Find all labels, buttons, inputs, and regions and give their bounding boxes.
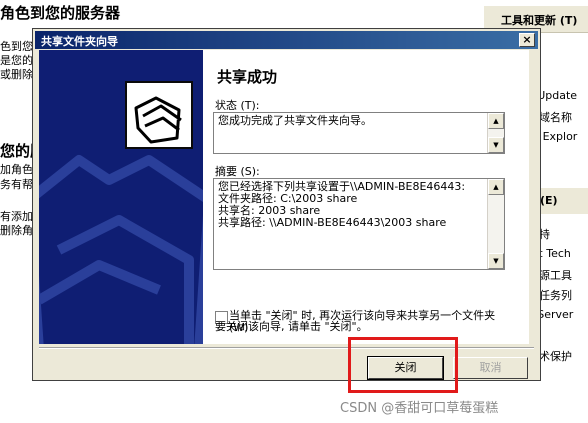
summary-label: 摘要 (S): <box>215 165 260 178</box>
folder-watermark-graphic <box>39 81 203 344</box>
csdn-watermark: CSDN @香甜可口草莓蛋糕 <box>340 401 499 416</box>
summary-scrollbar[interactable]: ▲ ▼ <box>487 179 504 269</box>
status-scrollbar[interactable]: ▲ ▼ <box>487 113 504 153</box>
status-text: 您成功完成了共享文件夹向导。 <box>218 114 372 127</box>
bg-heading-1: 角色到您的服务器 <box>0 4 121 22</box>
scroll-down-arrow-icon[interactable]: ▼ <box>488 137 504 153</box>
help-panel-title: (E) <box>540 194 558 207</box>
summary-line: 共享路径: \\ADMIN-BE8E46443\2003 share <box>218 216 447 229</box>
cancel-button-disabled: 取消 <box>453 357 528 379</box>
scroll-up-arrow-icon[interactable]: ▲ <box>488 179 504 195</box>
summary-textbox[interactable]: 您已经选择下列共享设置于\\ADMIN-BE8E46443: 文件夹路径: C:… <box>213 178 505 270</box>
annotation-highlight-box <box>348 337 458 393</box>
share-folder-wizard-dialog: 共享文件夹向导 × 共享成功 状态 (T): 您成功完成了共享文件夹向导。 ▲ <box>32 28 541 381</box>
dialog-titlebar[interactable]: 共享文件夹向导 × <box>35 31 538 49</box>
status-label: 状态 (T): <box>215 99 260 112</box>
tools-panel-title: 工具和更新 (T) <box>501 14 578 27</box>
scroll-down-arrow-icon[interactable]: ▼ <box>488 253 504 269</box>
footer-separator <box>39 347 534 349</box>
wizard-content-pane: 共享成功 状态 (T): 您成功完成了共享文件夹向导。 ▲ ▼ 摘要 (S): … <box>203 50 529 344</box>
close-hint-text: 要关闭该向导, 请单击 "关闭"。 <box>215 320 368 333</box>
bg-text-7: 删除角 <box>0 224 33 237</box>
status-textbox[interactable]: 您成功完成了共享文件夹向导。 ▲ ▼ <box>213 112 505 154</box>
bg-text-5: 务有帮 <box>0 178 33 191</box>
title-close-button[interactable]: × <box>519 33 535 47</box>
wizard-side-banner <box>39 50 203 344</box>
scroll-up-arrow-icon[interactable]: ▲ <box>488 113 504 129</box>
dialog-title: 共享文件夹向导 <box>41 35 118 48</box>
wizard-page-heading: 共享成功 <box>217 68 278 86</box>
